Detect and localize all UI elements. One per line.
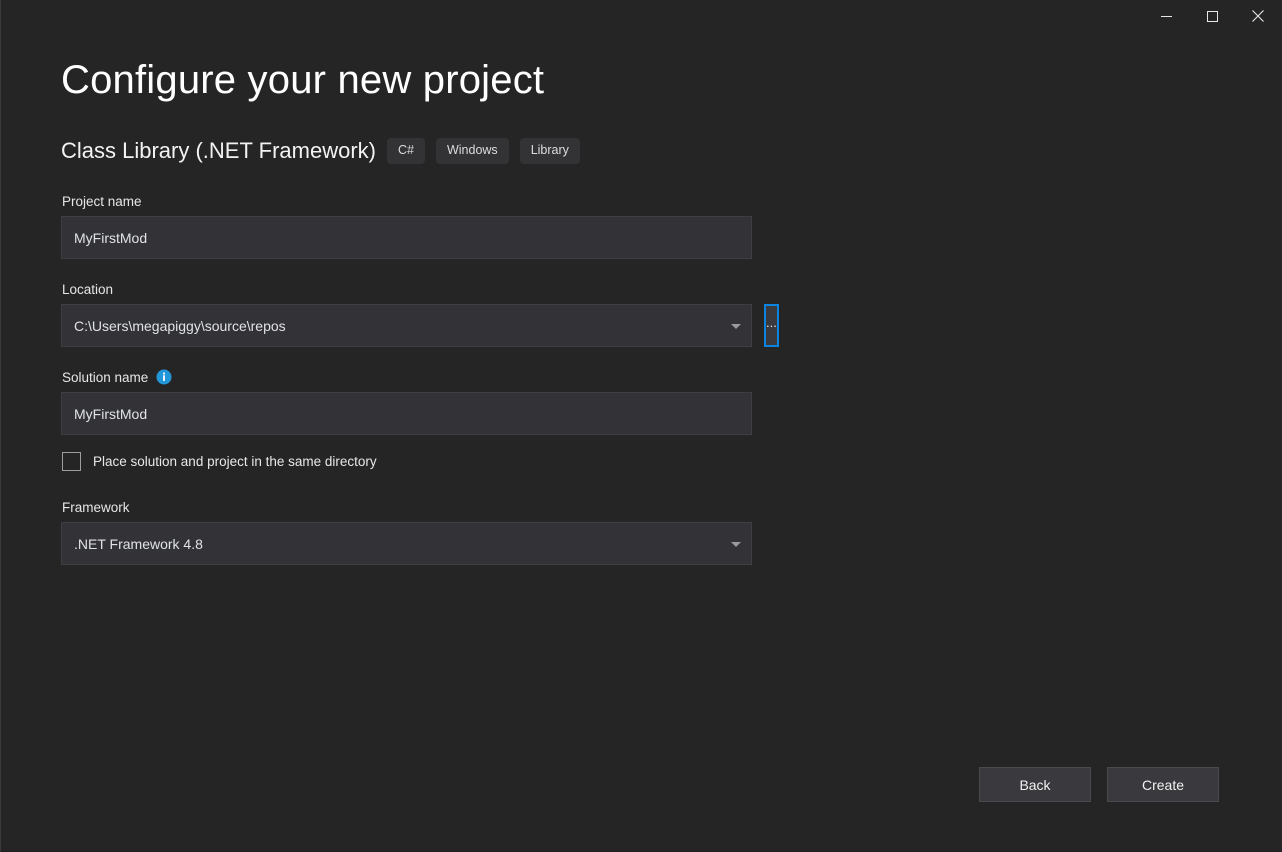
close-button[interactable] — [1235, 0, 1281, 32]
title-bar — [1, 0, 1281, 44]
dialog-content: Configure your new project Class Library… — [1, 44, 1281, 851]
template-name: Class Library (.NET Framework) — [61, 138, 376, 164]
browse-location-button[interactable]: ... — [764, 304, 779, 347]
same-directory-row[interactable]: Place solution and project in the same d… — [62, 452, 752, 471]
location-row: C:\Users\megapiggy\source\repos ... — [61, 304, 752, 347]
chevron-down-icon — [731, 324, 741, 329]
info-icon[interactable] — [156, 369, 172, 385]
location-label: Location — [62, 282, 752, 297]
solution-name-input[interactable] — [61, 392, 752, 435]
location-combobox[interactable]: C:\Users\megapiggy\source\repos — [61, 304, 752, 347]
template-header: Class Library (.NET Framework) C# Window… — [61, 138, 580, 164]
page-title: Configure your new project — [61, 58, 544, 103]
tag-language: C# — [387, 138, 425, 164]
maximize-button[interactable] — [1189, 0, 1235, 32]
chevron-down-icon — [731, 542, 741, 547]
framework-combobox[interactable]: .NET Framework 4.8 — [61, 522, 752, 565]
solution-name-label-row: Solution name — [61, 369, 752, 385]
location-value: C:\Users\megapiggy\source\repos — [61, 304, 752, 347]
window-controls — [1143, 0, 1281, 32]
project-name-label: Project name — [62, 194, 752, 209]
same-directory-label: Place solution and project in the same d… — [93, 454, 377, 469]
project-name-input[interactable] — [61, 216, 752, 259]
close-icon — [1252, 10, 1264, 22]
project-config-form: Project name Location C:\Users\megapiggy… — [61, 194, 752, 565]
dialog-actions: Back Create — [979, 767, 1219, 802]
create-button[interactable]: Create — [1107, 767, 1219, 802]
back-button[interactable]: Back — [979, 767, 1091, 802]
maximize-icon — [1207, 11, 1218, 22]
minimize-icon — [1161, 11, 1172, 22]
framework-label: Framework — [62, 500, 752, 515]
solution-name-label: Solution name — [62, 370, 148, 385]
tag-project-type: Library — [520, 138, 580, 164]
framework-value: .NET Framework 4.8 — [61, 522, 752, 565]
configure-project-dialog: Configure your new project Class Library… — [0, 0, 1282, 852]
minimize-button[interactable] — [1143, 0, 1189, 32]
tag-platform: Windows — [436, 138, 509, 164]
same-directory-checkbox[interactable] — [62, 452, 81, 471]
